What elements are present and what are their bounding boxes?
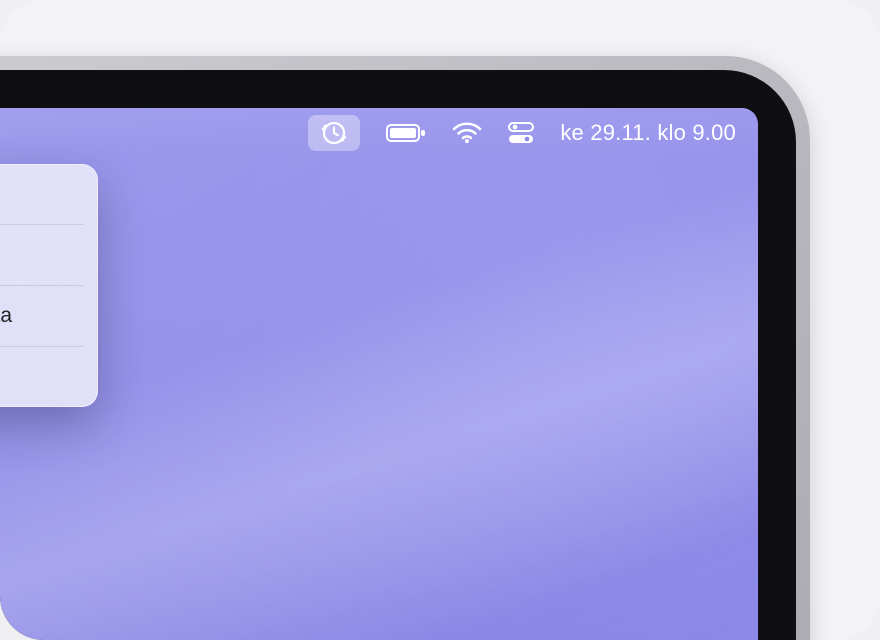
time-machine-icon [320,119,348,147]
menu-bar-clock[interactable]: ke 29.11. klo 9.00 [560,120,736,146]
browse-backups-item[interactable]: Selaa Time Machine -varmuuskopioita [0,286,98,346]
laptop-bezel: ke 29.11. klo 9.00 7,4 % valmis – 3,64 G… [0,56,810,640]
skip-backup-item[interactable]: Ohita tämä varmuuskopio [0,225,98,285]
menu-bar: ke 29.11. klo 9.00 [0,108,758,158]
wifi-icon [452,122,482,144]
wallpaper-highlight [0,164,758,640]
open-settings-item[interactable]: Avaa Time Machine -asetukset… [0,347,98,407]
battery-menu-button[interactable] [386,115,426,151]
desktop-screen: ke 29.11. klo 9.00 7,4 % valmis – 3,64 G… [0,108,758,640]
time-machine-dropdown: 7,4 % valmis – 3,64 Gt kopioitu Ohita tä… [0,164,98,407]
control-center-icon [508,122,534,144]
stage: ke 29.11. klo 9.00 7,4 % valmis – 3,64 G… [0,0,880,640]
battery-icon [386,123,426,143]
laptop-bezel-inner: ke 29.11. klo 9.00 7,4 % valmis – 3,64 G… [0,70,796,640]
backup-status-text: 7,4 % valmis – 3,64 Gt kopioitu [0,164,98,224]
time-machine-menu-button[interactable] [308,115,360,151]
control-center-menu-button[interactable] [508,115,534,151]
wifi-menu-button[interactable] [452,115,482,151]
